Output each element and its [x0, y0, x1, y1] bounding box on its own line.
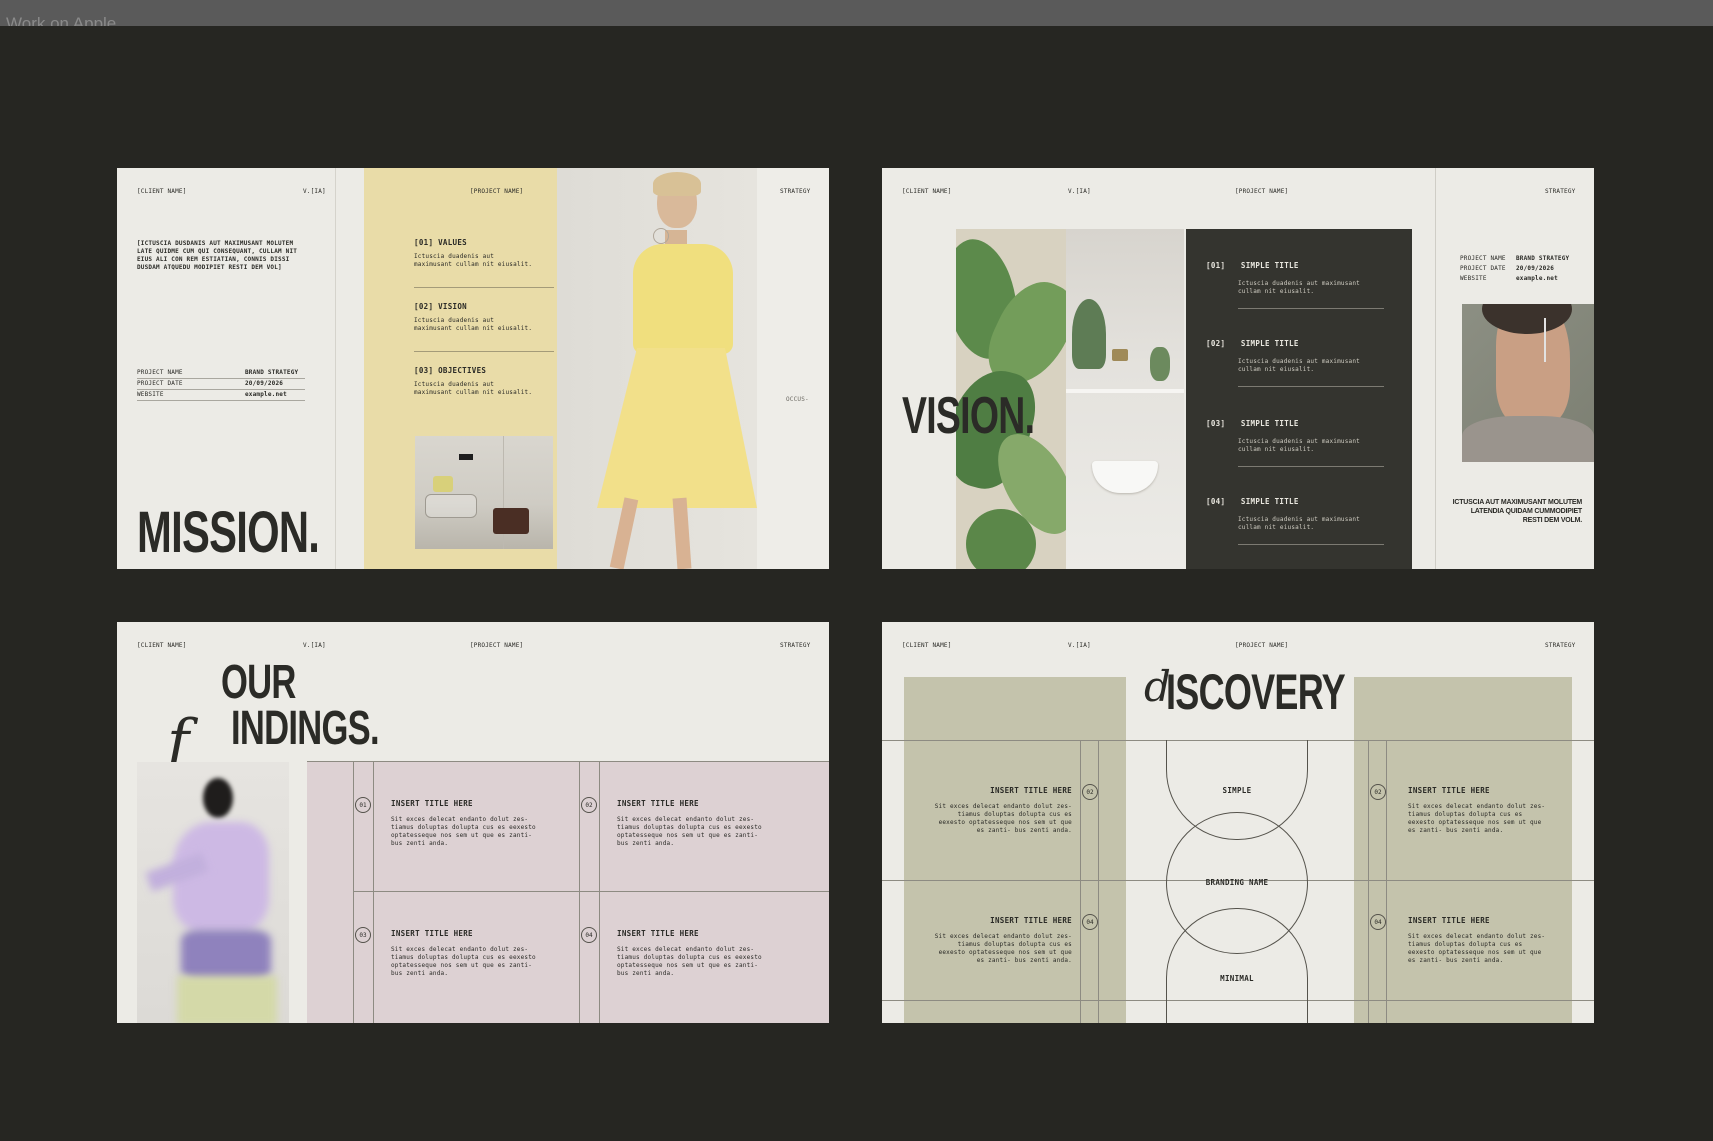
- side-note: OCCUS-: [786, 396, 809, 403]
- item-number-badge: 02: [581, 797, 597, 813]
- slide-vision[interactable]: [CLIENT NAME] V.[IA] [PROJECT NAME] STRA…: [882, 168, 1594, 569]
- mission-item: [01] VALUES Ictuscia duadenis aut maximu…: [414, 238, 554, 288]
- client-label: [CLIENT NAME]: [902, 188, 952, 195]
- bathroom-photo: [1066, 229, 1184, 569]
- center-bottom-label: MINIMAL: [1220, 974, 1254, 983]
- figure-photo: [137, 762, 289, 1023]
- slide-findings[interactable]: [CLIENT NAME] V.[IA] [PROJECT NAME] STRA…: [117, 622, 829, 1023]
- slide-title-line1: OUR: [221, 656, 296, 709]
- vision-item: [03] SIMPLE TITLE Ictuscia duadenis aut …: [1206, 411, 1386, 467]
- interior-photo: [415, 436, 553, 549]
- project-label: [PROJECT NAME]: [470, 188, 524, 195]
- item-number-badge: 04: [581, 927, 597, 943]
- slide-title: ISCOVERY: [1166, 664, 1346, 720]
- discovery-item: INSERT TITLE HERE Sit exces delecat enda…: [1408, 916, 1546, 964]
- client-label: [CLIENT NAME]: [137, 188, 187, 195]
- intro-text: [ICTUSCIA DUSDANIS AUT MAXIMUSANT MOLUTE…: [137, 240, 298, 271]
- window-title: Work on Apple: [6, 14, 117, 26]
- findings-grid: 01 INSERT TITLE HERE Sit exces delecat e…: [307, 761, 829, 1023]
- project-label: [PROJECT NAME]: [470, 642, 524, 649]
- center-top-label: SIMPLE: [1222, 786, 1252, 795]
- model-photo: [557, 168, 757, 569]
- section-label: STRATEGY: [1545, 188, 1576, 195]
- vision-list-panel: [01] SIMPLE TITLE Ictuscia duadenis aut …: [1186, 229, 1412, 569]
- meta-row: WEBSITE example.net: [137, 390, 305, 401]
- top-strip: Work on Apple: [0, 0, 1713, 26]
- finding-item: INSERT TITLE HERE Sit exces delecat enda…: [617, 929, 762, 977]
- section-label: STRATEGY: [780, 188, 811, 195]
- item-number-badge: 04: [1082, 914, 1098, 930]
- vision-item: [02] SIMPLE TITLE Ictuscia duadenis aut …: [1206, 331, 1386, 387]
- meta-row: PROJECT DATE 20/09/2026: [1460, 265, 1555, 272]
- meta-row: PROJECT NAME BRAND STRATEGY: [137, 368, 305, 379]
- version-label: V.[IA]: [1068, 642, 1091, 649]
- section-label: STRATEGY: [780, 642, 811, 649]
- item-number-badge: 01: [355, 797, 371, 813]
- version-label: V.[IA]: [303, 188, 326, 195]
- meta-table: PROJECT NAME BRAND STRATEGY PROJECT DATE…: [1460, 254, 1584, 284]
- meta-row: WEBSITE example.net: [1460, 275, 1558, 282]
- finding-item: INSERT TITLE HERE Sit exces delecat enda…: [617, 799, 762, 847]
- discovery-item: INSERT TITLE HERE Sit exces delecat enda…: [934, 916, 1072, 964]
- item-number-badge: 04: [1370, 914, 1386, 930]
- finding-item: INSERT TITLE HERE Sit exces delecat enda…: [391, 799, 536, 847]
- item-number-badge: 03: [355, 927, 371, 943]
- section-label: STRATEGY: [1545, 642, 1576, 649]
- meta-row: PROJECT NAME BRAND STRATEGY: [1460, 255, 1570, 262]
- slide-mission[interactable]: [CLIENT NAME] V.[IA] [PROJECT NAME] STRA…: [117, 168, 829, 569]
- center-mid-label: BRANDING NAME: [1205, 878, 1269, 887]
- left-panel: [904, 677, 1126, 1023]
- vision-item: [04] SIMPLE TITLE Ictuscia duadenis aut …: [1206, 489, 1386, 545]
- discovery-item: INSERT TITLE HERE Sit exces delecat enda…: [1408, 786, 1546, 834]
- slide-title: MISSION.: [137, 500, 320, 565]
- item-number-badge: 02: [1370, 784, 1386, 800]
- mission-item: [03] OBJECTIVES Ictuscia duadenis aut ma…: [414, 366, 533, 396]
- project-label: [PROJECT NAME]: [1235, 642, 1289, 649]
- portrait-photo: [1462, 304, 1594, 462]
- version-label: V.[IA]: [303, 642, 326, 649]
- vision-item: [01] SIMPLE TITLE Ictuscia duadenis aut …: [1206, 253, 1386, 309]
- slide-title: VISION.: [902, 387, 1035, 445]
- slide-discovery[interactable]: [CLIENT NAME] V.[IA] [PROJECT NAME] STRA…: [882, 622, 1594, 1023]
- item-number-badge: 02: [1082, 784, 1098, 800]
- meta-table: PROJECT NAME BRAND STRATEGY PROJECT DATE…: [137, 368, 305, 401]
- mission-item: [02] VISION Ictuscia duadenis aut maximu…: [414, 302, 554, 352]
- client-label: [CLIENT NAME]: [137, 642, 187, 649]
- meta-row: PROJECT DATE 20/09/2026: [137, 379, 305, 390]
- slide-title-line2: INDINGS.: [231, 702, 380, 755]
- caption-text: ICTUSCIA AUT MAXIMUSANT MOLUTEM LATENDIA…: [1452, 499, 1583, 524]
- client-label: [CLIENT NAME]: [902, 642, 952, 649]
- finding-item: INSERT TITLE HERE Sit exces delecat enda…: [391, 929, 536, 977]
- discovery-item: INSERT TITLE HERE Sit exces delecat enda…: [934, 786, 1072, 834]
- project-label: [PROJECT NAME]: [1235, 188, 1289, 195]
- version-label: V.[IA]: [1068, 188, 1091, 195]
